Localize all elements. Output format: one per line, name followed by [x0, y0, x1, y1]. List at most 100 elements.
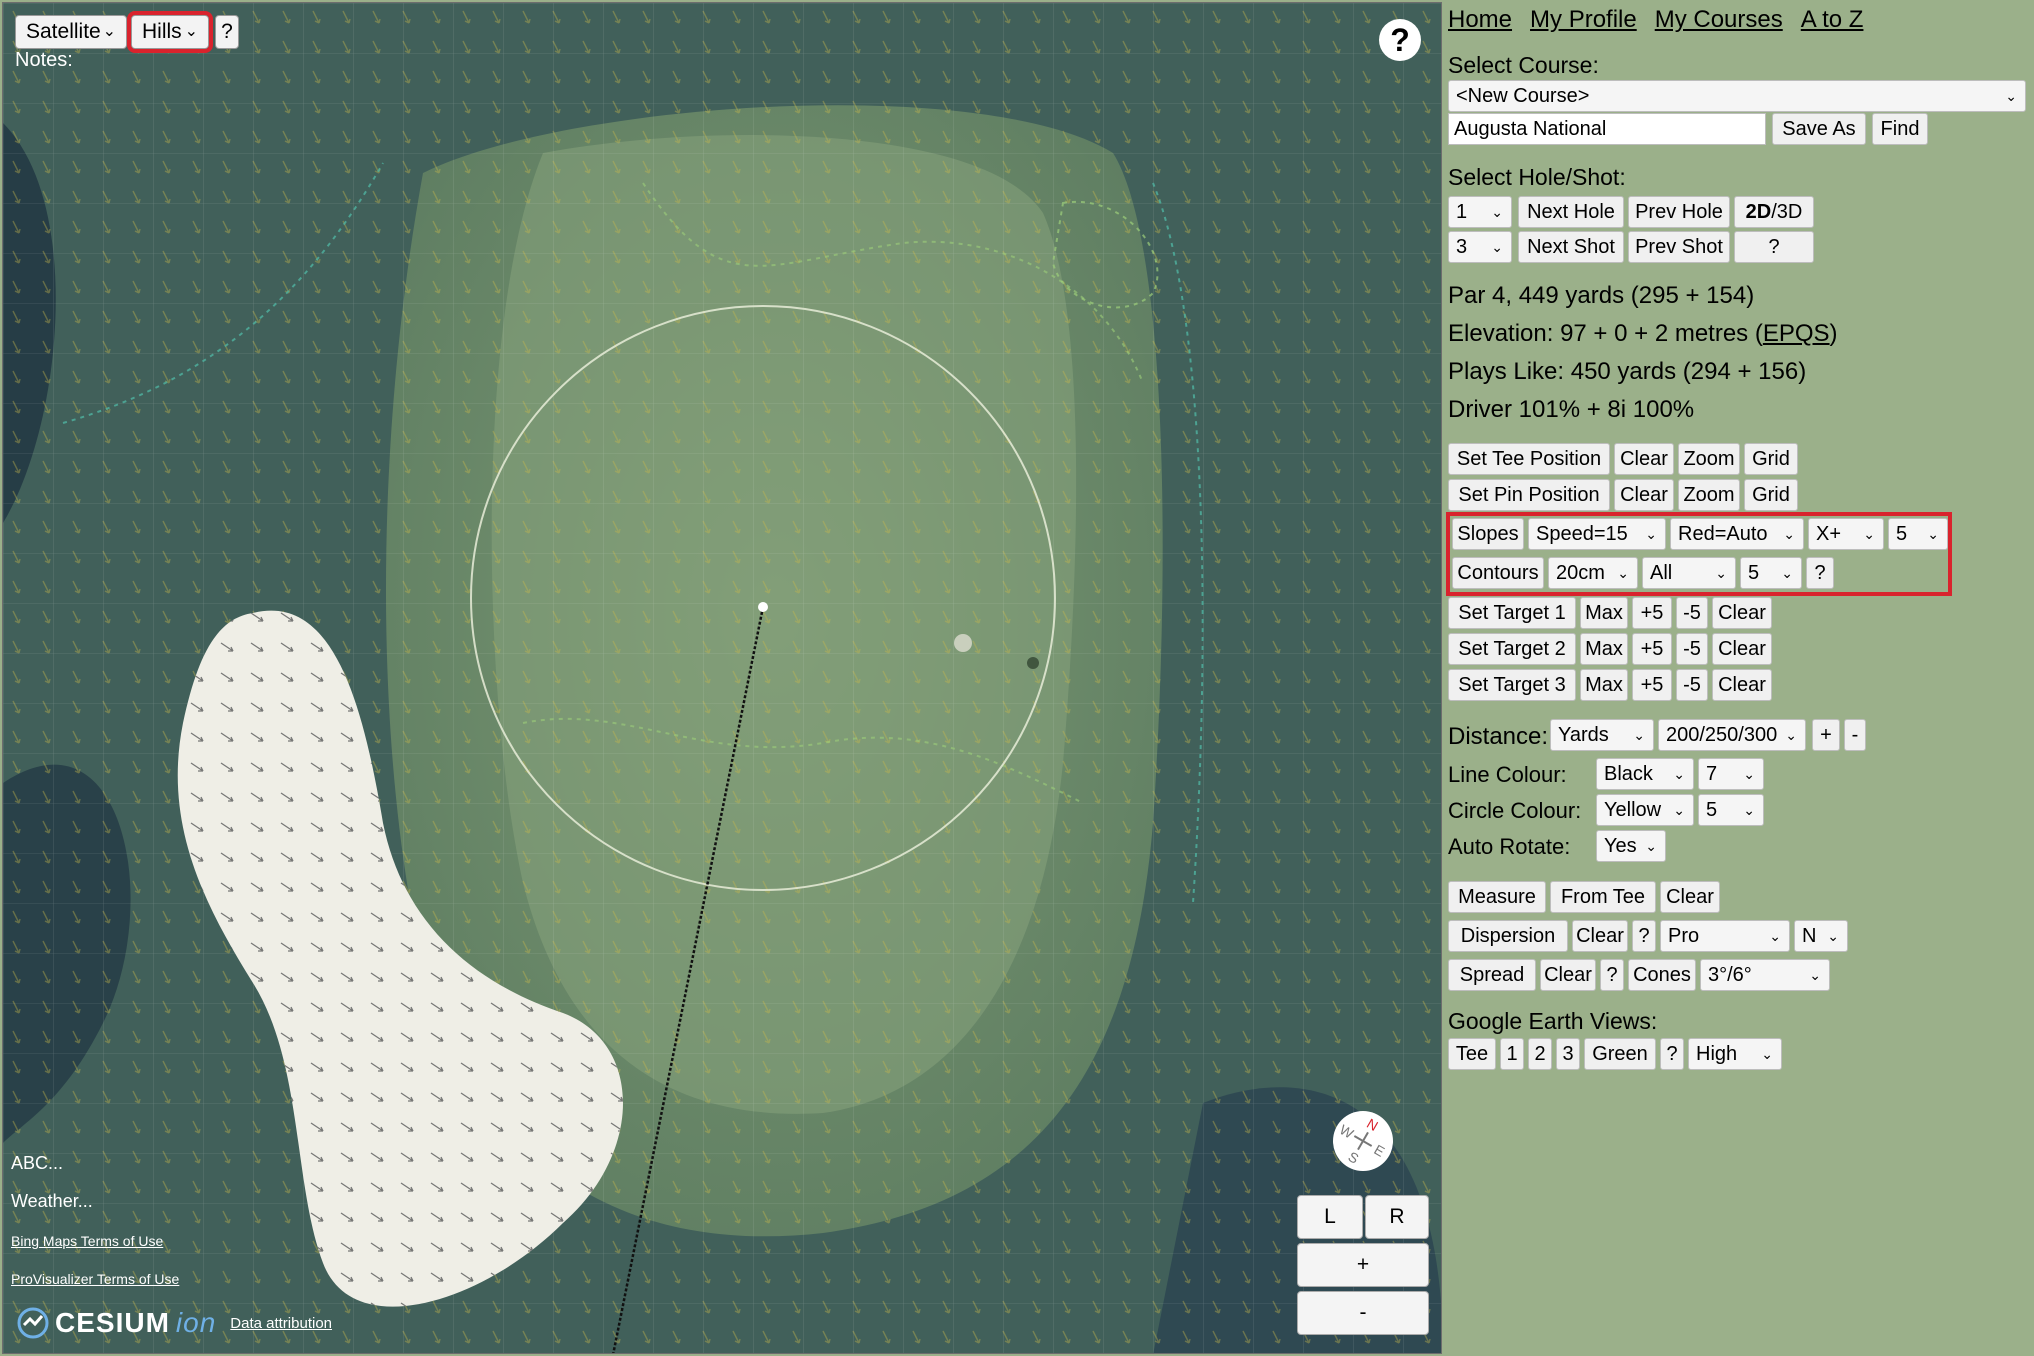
tee-zoom-button[interactable]: Zoom — [1678, 443, 1740, 475]
dispersion-help-button[interactable]: ? — [1632, 920, 1656, 952]
zoom-in-button[interactable]: + — [1297, 1243, 1429, 1287]
2d-label: 2D — [1745, 201, 1772, 223]
spread-help-button[interactable]: ? — [1600, 959, 1624, 991]
arrow-density-select[interactable]: 5 ⌄ — [1888, 518, 1948, 550]
course-name-input[interactable]: Augusta National — [1448, 113, 1766, 145]
driver-info: Driver 101% + 8i 100% — [1448, 396, 1695, 423]
distance-rings-select[interactable]: 200/250/300 ⌄ — [1658, 719, 1806, 751]
line-width-value: 7 — [1706, 763, 1718, 785]
map-help-button[interactable]: ? — [215, 15, 239, 49]
target-3-plus5-button[interactable]: +5 — [1632, 669, 1672, 701]
provisualizer-terms-link[interactable]: ProVisualizer Terms of Use — [11, 1271, 179, 1287]
target-2-clear-button[interactable]: Clear — [1712, 633, 1772, 665]
contour-interval-select[interactable]: 20cm ⌄ — [1548, 557, 1638, 589]
prev-hole-button[interactable]: Prev Hole — [1628, 196, 1730, 228]
contour-scope-select[interactable]: All ⌄ — [1642, 557, 1736, 589]
red-select[interactable]: Red=Auto ⌄ — [1670, 518, 1804, 550]
nav-atoz-link[interactable]: A to Z — [1801, 6, 1864, 33]
line-colour-select[interactable]: Black ⌄ — [1596, 758, 1694, 790]
ge-view-2-button[interactable]: 2 — [1528, 1038, 1552, 1070]
spread-clear-button[interactable]: Clear — [1540, 959, 1596, 991]
nav-home-link[interactable]: Home — [1448, 6, 1512, 33]
dispersion-button[interactable]: Dispersion — [1448, 920, 1568, 952]
ge-help-button[interactable]: ? — [1660, 1038, 1684, 1070]
set-tee-button[interactable]: Set Tee Position — [1448, 443, 1610, 475]
next-hole-button[interactable]: Next Hole — [1518, 196, 1624, 228]
compass-icon[interactable]: N S E W — [1333, 1111, 1393, 1171]
slopes-help-button[interactable]: ? — [1806, 557, 1834, 589]
nav-courses-link[interactable]: My Courses — [1655, 6, 1783, 33]
epqs-link[interactable]: EPQS — [1763, 320, 1830, 347]
overlay-select[interactable]: Hills ⌄ — [127, 11, 213, 53]
target-2-minus5-button[interactable]: -5 — [1676, 633, 1708, 665]
pin-clear-button[interactable]: Clear — [1614, 479, 1674, 511]
tee-grid-button[interactable]: Grid — [1744, 443, 1798, 475]
prev-shot-button[interactable]: Prev Shot — [1628, 231, 1730, 263]
dispersion-clear-button[interactable]: Clear — [1572, 920, 1628, 952]
tee-clear-button[interactable]: Clear — [1614, 443, 1674, 475]
distance-unit-select[interactable]: Yards ⌄ — [1550, 719, 1654, 751]
help-icon[interactable]: ? — [1379, 19, 1421, 61]
cones-button[interactable]: Cones — [1628, 959, 1696, 991]
target-3-clear-button[interactable]: Clear — [1712, 669, 1772, 701]
target-3-max-button[interactable]: Max — [1580, 669, 1628, 701]
shot-select[interactable]: 3 ⌄ — [1448, 231, 1512, 263]
from-tee-button[interactable]: From Tee — [1550, 881, 1656, 913]
2d-3d-toggle[interactable]: 2D/3D — [1734, 196, 1814, 228]
target-2-plus5-button[interactable]: +5 — [1632, 633, 1672, 665]
find-button[interactable]: Find — [1872, 113, 1928, 145]
rotate-left-button[interactable]: L — [1297, 1195, 1363, 1239]
rotate-right-button[interactable]: R — [1365, 1195, 1429, 1239]
map-viewport[interactable]: Satellite ⌄ Hills ⌄ ? Notes: ? ABC... We… — [2, 2, 1442, 1354]
contours-button[interactable]: Contours — [1452, 557, 1544, 589]
measure-clear-button[interactable]: Clear — [1660, 881, 1720, 913]
map-layer-select[interactable]: Satellite ⌄ — [15, 15, 127, 49]
contour-count-select[interactable]: 5 ⌄ — [1740, 557, 1802, 589]
circle-colour-select[interactable]: Yellow ⌄ — [1596, 794, 1694, 826]
set-target-3-button[interactable]: Set Target 3 — [1448, 669, 1576, 701]
target-1-minus5-button[interactable]: -5 — [1676, 597, 1708, 629]
target-1-max-button[interactable]: Max — [1580, 597, 1628, 629]
auto-rotate-select[interactable]: Yes ⌄ — [1596, 830, 1666, 862]
weather-toggle[interactable]: Weather... — [11, 1191, 93, 1212]
pin-zoom-button[interactable]: Zoom — [1678, 479, 1740, 511]
zoom-out-button[interactable]: - — [1297, 1291, 1429, 1335]
nav-profile-link[interactable]: My Profile — [1530, 6, 1637, 33]
ge-view-3-button[interactable]: 3 — [1556, 1038, 1580, 1070]
pin-grid-button[interactable]: Grid — [1744, 479, 1798, 511]
chevron-down-icon: ⌄ — [1491, 239, 1503, 255]
hole-select[interactable]: 1 ⌄ — [1448, 196, 1512, 228]
set-target-2-button[interactable]: Set Target 2 — [1448, 633, 1576, 665]
ge-view-1-button[interactable]: 1 — [1500, 1038, 1524, 1070]
data-attribution-link[interactable]: Data attribution — [230, 1315, 332, 1332]
slopes-button[interactable]: Slopes — [1452, 518, 1524, 550]
bing-terms-link[interactable]: Bing Maps Terms of Use — [11, 1233, 163, 1249]
cone-angle-select[interactable]: 3°/6° ⌄ — [1700, 959, 1830, 991]
ge-green-button[interactable]: Green — [1584, 1038, 1656, 1070]
target-2-max-button[interactable]: Max — [1580, 633, 1628, 665]
hole-help-button[interactable]: ? — [1734, 231, 1814, 263]
terrain-map[interactable] — [3, 3, 1442, 1354]
speed-select[interactable]: Speed=15 ⌄ — [1528, 518, 1666, 550]
ge-quality-select[interactable]: High ⌄ — [1688, 1038, 1782, 1070]
abc-toggle[interactable]: ABC... — [11, 1153, 63, 1174]
line-width-select[interactable]: 7 ⌄ — [1698, 758, 1764, 790]
next-shot-button[interactable]: Next Shot — [1518, 231, 1624, 263]
save-as-button[interactable]: Save As — [1772, 113, 1866, 145]
measure-button[interactable]: Measure — [1448, 881, 1546, 913]
notes-label[interactable]: Notes: — [15, 49, 73, 72]
target-3-minus5-button[interactable]: -5 — [1676, 669, 1708, 701]
ge-tee-button[interactable]: Tee — [1448, 1038, 1496, 1070]
course-select[interactable]: <New Course> ⌄ — [1448, 80, 2026, 112]
distance-plus-button[interactable]: + — [1812, 719, 1840, 751]
player-level-select[interactable]: Pro ⌄ — [1660, 920, 1790, 952]
axis-select[interactable]: X+ ⌄ — [1808, 518, 1884, 550]
set-pin-button[interactable]: Set Pin Position — [1448, 479, 1610, 511]
circle-width-select[interactable]: 5 ⌄ — [1698, 794, 1764, 826]
spread-button[interactable]: Spread — [1448, 959, 1536, 991]
direction-select[interactable]: N ⌄ — [1794, 920, 1848, 952]
set-target-1-button[interactable]: Set Target 1 — [1448, 597, 1576, 629]
target-1-clear-button[interactable]: Clear — [1712, 597, 1772, 629]
distance-minus-button[interactable]: - — [1844, 719, 1866, 751]
target-1-plus5-button[interactable]: +5 — [1632, 597, 1672, 629]
